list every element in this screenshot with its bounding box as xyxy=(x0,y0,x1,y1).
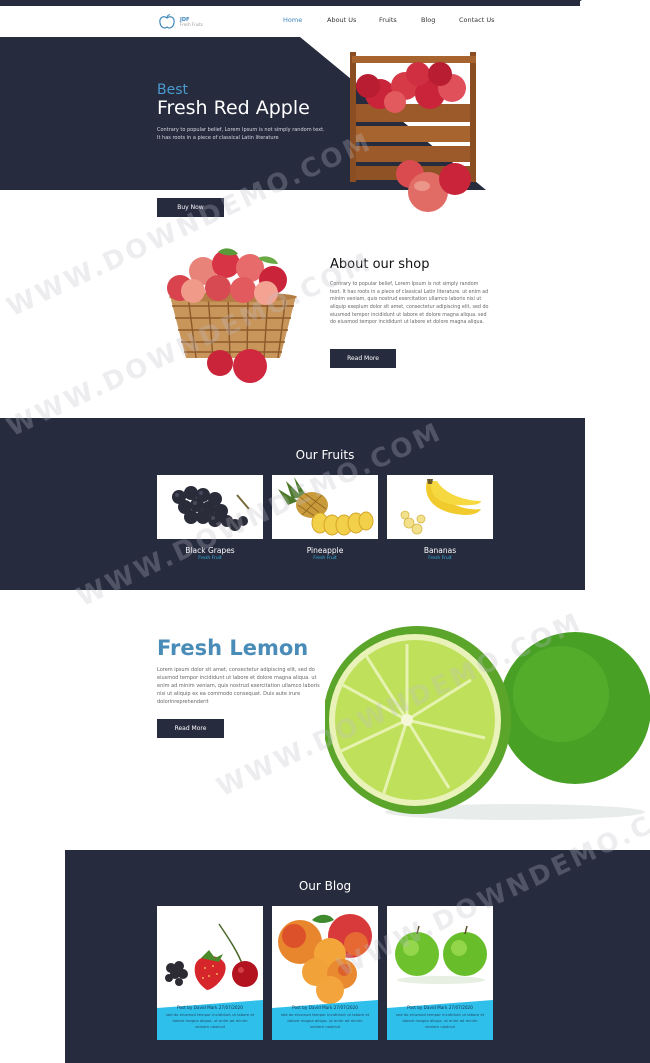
brand-tagline: Fresh Fruits xyxy=(180,21,203,27)
hero-eyebrow: Best xyxy=(157,82,189,98)
blog-card-2[interactable]: Post by David Mark 27/07/2020 sed do eiu… xyxy=(272,906,378,1040)
fruit-name-grapes: Black Grapes xyxy=(185,546,235,555)
buy-now-button[interactable]: Buy Now xyxy=(157,198,224,217)
lemon-description: Lorem ipsum dolor sit amet, consectetur … xyxy=(157,667,320,705)
grapes-image xyxy=(172,486,250,531)
apple-crate-image xyxy=(350,52,476,212)
blog-text-1: sed do eiusmod tempor incididunt ut labo… xyxy=(165,1012,255,1030)
blog-meta-2: Post by David Mark 27/07/2020 xyxy=(292,1005,358,1010)
blog-text-3: sed do eiusmod tempor incididunt ut labo… xyxy=(395,1012,485,1030)
berries-image xyxy=(165,923,258,990)
nav-home[interactable]: Home xyxy=(283,16,302,24)
blog-title: Our Blog xyxy=(298,879,352,893)
blog-meta-1: Post by David Mark 27/07/2020 xyxy=(177,1005,243,1010)
about-description: Contrary to popular belief, Lorem Ipsum … xyxy=(330,282,489,326)
blog-card-1[interactable]: Post by David Mark 27/07/2020 sed do eiu… xyxy=(157,906,263,1040)
fruit-sub-bananas: Fresh Fruit xyxy=(428,556,452,561)
lemon-read-more-button[interactable]: Read More xyxy=(157,719,224,738)
blog-meta-3: Post by David Mark 27/07/2020 xyxy=(407,1005,473,1010)
nav-blog[interactable]: Blog xyxy=(421,16,435,24)
fruit-card-grapes[interactable] xyxy=(157,475,263,539)
green-apples-image xyxy=(395,925,487,984)
top-accent-bar xyxy=(0,0,650,6)
fruit-name-pineapple: Pineapple xyxy=(306,546,344,555)
fruit-name-bananas: Bananas xyxy=(423,546,457,555)
site-logo[interactable]: JDF Fresh Fruits xyxy=(158,14,203,30)
about-title: About our shop xyxy=(330,257,430,272)
about-read-more-button[interactable]: Read More xyxy=(330,349,396,368)
hero-description: Contrary to popular belief, Lorem Ipsum … xyxy=(157,127,325,141)
fruits-title: Our Fruits xyxy=(295,448,355,462)
nav-fruits[interactable]: Fruits xyxy=(379,16,397,24)
apple-logo-icon xyxy=(159,14,175,29)
blog-card-3[interactable]: Post by David Mark 27/07/2020 sed do eiu… xyxy=(387,906,493,1040)
blog-text-2: sed do eiusmod tempor incididunt ut labo… xyxy=(280,1012,370,1030)
bananas-image xyxy=(400,479,481,535)
pineapple-image xyxy=(278,477,374,536)
fruit-card-pineapple[interactable] xyxy=(272,475,378,539)
peaches-image xyxy=(278,914,372,1004)
nav-contact-us[interactable]: Contact Us xyxy=(459,16,495,24)
lemon-title: Fresh Lemon xyxy=(157,636,309,660)
lime-image xyxy=(325,626,650,820)
fruit-sub-grapes: Fresh Fruit xyxy=(198,556,222,561)
fruit-sub-pineapple: Fresh Fruit xyxy=(313,556,337,561)
fruit-card-bananas[interactable] xyxy=(387,475,493,539)
nav-about-us[interactable]: About Us xyxy=(327,16,356,24)
hero-title: Fresh Red Apple xyxy=(157,97,310,119)
apple-basket-image xyxy=(167,248,297,383)
